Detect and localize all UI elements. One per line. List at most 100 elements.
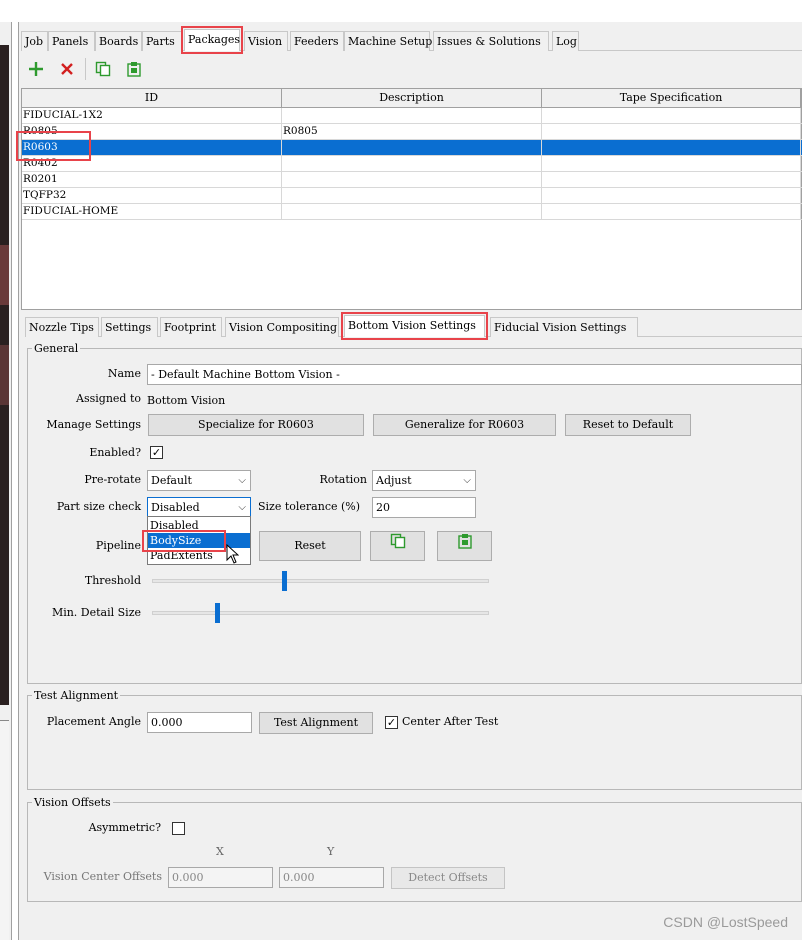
rotation-label: Rotation (319, 473, 367, 486)
package-tab-bar: Nozzle Tips Settings Footprint Vision Co… (25, 312, 802, 340)
column-header-description[interactable]: Description (282, 89, 542, 108)
vision-center-offsets-label: Vision Center Offsets (43, 870, 162, 883)
enabled-label: Enabled? (89, 446, 141, 459)
tab-parts[interactable]: Parts (142, 31, 182, 51)
camera-image-fragment (0, 245, 9, 305)
prerotate-select[interactable]: Default ⌵ (147, 470, 251, 491)
chevron-down-icon: ⌵ (238, 502, 246, 513)
part-size-check-select[interactable]: Disabled ⌵ (147, 497, 251, 518)
asymmetric-checkbox[interactable] (172, 822, 185, 835)
test-alignment-button[interactable]: Test Alignment (259, 712, 373, 734)
tab-nozzle-tips[interactable]: Nozzle Tips (25, 317, 99, 337)
size-tolerance-field[interactable]: 20 (372, 497, 476, 518)
paste-icon (457, 532, 473, 560)
cell-id: FIDUCIAL-1X2 (22, 108, 282, 123)
min-detail-size-slider-thumb[interactable] (215, 603, 220, 623)
mouse-cursor-icon (226, 543, 240, 567)
tab-feeders[interactable]: Feeders (290, 31, 344, 51)
y-axis-label: Y (327, 845, 335, 858)
specialize-button[interactable]: Specialize for R0603 (148, 414, 364, 436)
center-after-test-checkbox[interactable]: ✓ (385, 716, 398, 729)
cell-tape (542, 140, 801, 155)
x-axis-label: X (216, 845, 224, 858)
part-size-check-value: Disabled (151, 501, 200, 514)
packages-table: ID Description Tape Specification FIDUCI… (21, 88, 802, 310)
cell-description (282, 204, 542, 219)
watermark: CSDN @LostSpeed (663, 914, 788, 930)
add-icon[interactable] (27, 60, 45, 78)
detect-offsets-button[interactable]: Detect Offsets (391, 867, 505, 889)
rotation-select[interactable]: Adjust ⌵ (372, 470, 476, 491)
table-row[interactable]: TQFP32 (22, 188, 802, 204)
assigned-label: Assigned to (76, 392, 141, 405)
table-row[interactable]: FIDUCIAL-1X2 (22, 108, 802, 124)
cell-tape (542, 108, 801, 123)
center-after-test-label: Center After Test (402, 715, 499, 728)
min-detail-size-label: Min. Detail Size (51, 606, 141, 619)
cell-description (282, 188, 542, 203)
copy-icon[interactable] (94, 60, 112, 78)
tab-job[interactable]: Job (21, 31, 48, 51)
pipeline-label: Pipeline (95, 539, 141, 552)
tab-log[interactable]: Log (552, 31, 579, 51)
cell-tape (542, 188, 801, 203)
prerotate-value: Default (151, 474, 192, 487)
prerotate-label: Pre-rotate (84, 473, 141, 486)
cell-id: FIDUCIAL-HOME (22, 204, 282, 219)
tab-fiducial-vision-settings[interactable]: Fiducial Vision Settings (490, 317, 638, 337)
placement-angle-field[interactable]: 0.000 (147, 712, 252, 733)
bodysize-highlight (142, 530, 226, 552)
table-row[interactable]: R0201 (22, 172, 802, 188)
table-row[interactable]: FIDUCIAL-HOME (22, 204, 802, 220)
cell-id: R0201 (22, 172, 282, 187)
generalize-button[interactable]: Generalize for R0603 (373, 414, 556, 436)
offset-x-field[interactable]: 0.000 (168, 867, 273, 888)
tab-panels[interactable]: Panels (48, 31, 95, 51)
cell-tape (542, 156, 801, 171)
paste-icon[interactable] (125, 60, 143, 78)
camera-view-edge (0, 45, 9, 705)
table-row[interactable]: R0402 (22, 156, 802, 172)
column-header-tape-specification[interactable]: Tape Specification (542, 89, 801, 108)
tab-machine-setup[interactable]: Machine Setup (344, 31, 432, 51)
name-field[interactable]: - Default Machine Bottom Vision - (147, 364, 802, 385)
cell-tape (542, 172, 801, 187)
camera-image-fragment (0, 345, 9, 405)
tab-packages[interactable]: Packages (181, 26, 243, 54)
copy-icon (390, 532, 406, 560)
enabled-checkbox[interactable]: ✓ (150, 446, 163, 459)
threshold-slider-thumb[interactable] (282, 571, 287, 591)
tab-issues-solutions[interactable]: Issues & Solutions (433, 31, 549, 51)
table-row-selected[interactable]: R0603 (22, 140, 802, 156)
size-tolerance-label: Size tolerance (%) (258, 500, 361, 513)
tab-footprint[interactable]: Footprint (160, 317, 222, 337)
tab-vision-compositing[interactable]: Vision Compositing (225, 317, 339, 337)
chevron-down-icon: ⌵ (463, 475, 471, 486)
cell-description: R0805 (282, 124, 542, 139)
table-row[interactable]: R0805 R0805 (22, 124, 802, 140)
selected-row-highlight (16, 131, 91, 161)
reset-to-default-button[interactable]: Reset to Default (565, 414, 691, 436)
paste-pipeline-button[interactable] (437, 531, 492, 561)
test-alignment-panel: Test Alignment (27, 689, 802, 790)
name-label: Name (107, 367, 141, 380)
placement-angle-label: Placement Angle (46, 715, 141, 728)
cell-description (282, 140, 542, 155)
window-top-strip (0, 0, 802, 22)
tab-bottom-vision-settings[interactable]: Bottom Vision Settings (341, 312, 488, 340)
column-header-id[interactable]: ID (22, 89, 282, 108)
manage-settings-label: Manage Settings (46, 418, 141, 431)
offset-y-field[interactable]: 0.000 (279, 867, 384, 888)
tab-boards[interactable]: Boards (95, 31, 142, 51)
min-detail-size-slider[interactable] (152, 603, 489, 623)
chevron-down-icon: ⌵ (238, 475, 246, 486)
threshold-slider[interactable] (152, 571, 489, 591)
test-alignment-title: Test Alignment (32, 689, 121, 702)
delete-icon[interactable] (58, 60, 76, 78)
cell-description (282, 172, 542, 187)
cell-tape (542, 124, 801, 139)
tab-vision[interactable]: Vision (244, 31, 288, 51)
copy-pipeline-button[interactable] (370, 531, 425, 561)
tab-settings[interactable]: Settings (101, 317, 158, 337)
reset-pipeline-button[interactable]: Reset (259, 531, 361, 561)
